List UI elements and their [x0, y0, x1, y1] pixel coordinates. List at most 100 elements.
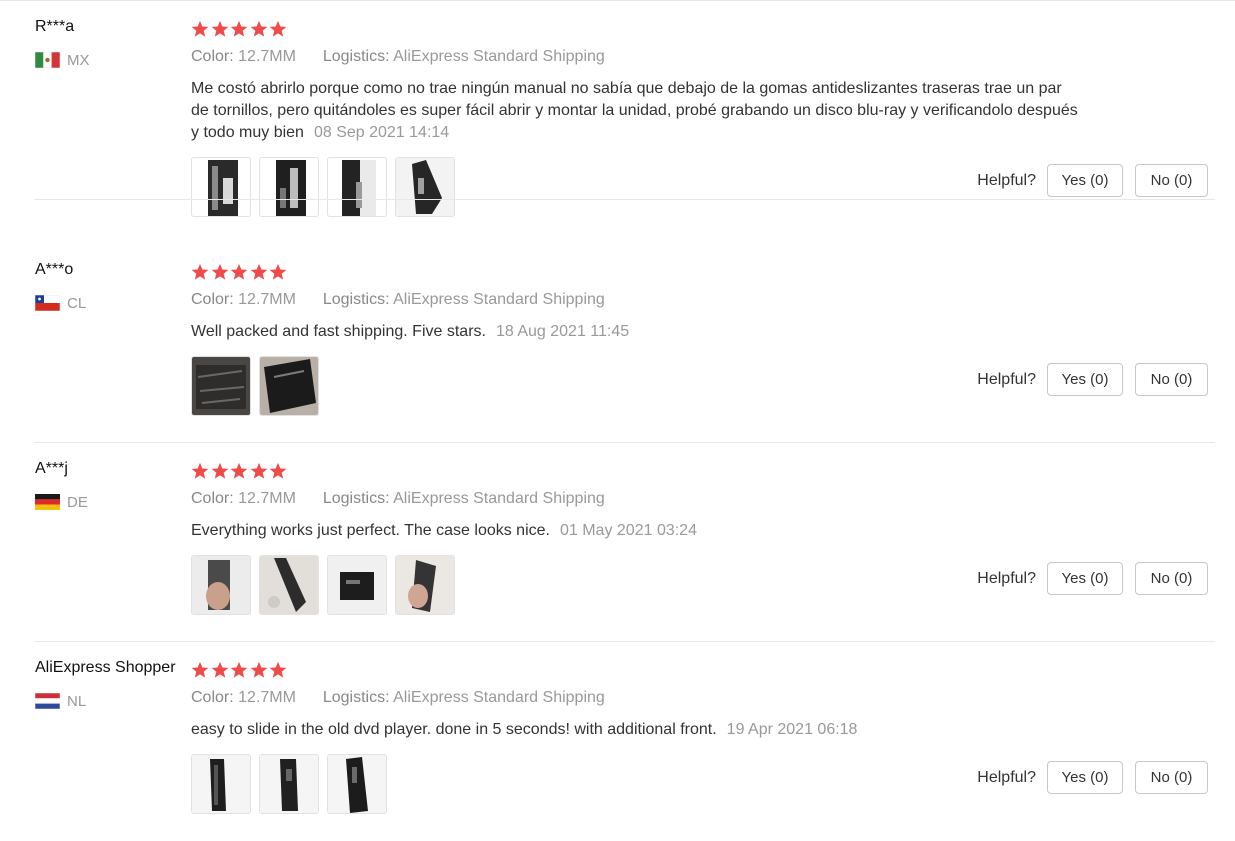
country-code: NL	[67, 692, 87, 710]
color-value: 12.7MM	[238, 291, 296, 308]
review-photo-thumbnail[interactable]	[259, 754, 319, 814]
review-photo-thumbnail[interactable]	[191, 754, 251, 814]
helpful-section: Helpful? Yes (0) No (0)	[977, 164, 1208, 197]
helpful-yes-button[interactable]: Yes (0)	[1047, 164, 1123, 197]
helpful-label: Helpful?	[977, 370, 1036, 388]
review-date: 19 Apr 2021 06:18	[726, 721, 858, 738]
helpful-section: Helpful? Yes (0) No (0)	[977, 562, 1208, 595]
review-body: Everything works just perfect. The case …	[191, 522, 550, 539]
star-icon	[250, 661, 267, 678]
star-icon	[250, 20, 267, 37]
review-photo-thumbnail[interactable]	[327, 555, 387, 615]
review-date: 08 Sep 2021 14:14	[313, 124, 450, 141]
review-body: easy to slide in the old dvd player. don…	[191, 721, 717, 738]
reviewer-name: AliExpress Shopper	[35, 659, 176, 676]
country-code: CL	[67, 294, 87, 312]
logistics-label: Logistics:	[322, 490, 390, 507]
review-photo-thumbnail[interactable]	[191, 555, 251, 615]
star-icon	[269, 661, 287, 678]
photo-image	[260, 556, 318, 614]
review-photo-thumbnail[interactable]	[395, 555, 455, 615]
helpful-yes-button[interactable]: Yes (0)	[1047, 562, 1123, 595]
review-photos	[191, 555, 463, 615]
color-label: Color:	[191, 689, 234, 706]
star-icon	[230, 661, 248, 678]
review-photo-thumbnail[interactable]	[191, 356, 251, 416]
helpful-no-button[interactable]: No (0)	[1135, 761, 1208, 794]
helpful-section: Helpful? Yes (0) No (0)	[977, 363, 1208, 396]
country-code: MX	[67, 51, 90, 69]
star-rating	[191, 263, 289, 281]
netherlands-flag-icon	[35, 693, 60, 709]
mexico-flag-icon	[35, 52, 60, 68]
photo-image	[342, 160, 376, 216]
logistics-label: Logistics:	[322, 48, 390, 65]
review-meta: Color: 12.7MM Logistics: AliExpress Stan…	[191, 48, 605, 66]
review-photo-thumbnail[interactable]	[259, 157, 319, 217]
logistics-value: AliExpress Standard Shipping	[393, 689, 605, 706]
helpful-no-button[interactable]: No (0)	[1135, 562, 1208, 595]
color-label: Color:	[191, 490, 234, 507]
color-label: Color:	[191, 48, 234, 65]
star-icon	[191, 661, 209, 678]
helpful-section: Helpful? Yes (0) No (0)	[977, 761, 1208, 794]
color-value: 12.7MM	[238, 48, 296, 65]
review-text: Me costó abrirlo porque como no trae nin…	[191, 78, 1081, 144]
review-meta: Color: 12.7MM Logistics: AliExpress Stan…	[191, 291, 605, 309]
review-item: A***o CL Color: 12.7MM Logistics: AliExp…	[34, 243, 1215, 443]
photo-image	[260, 357, 318, 415]
review-meta: Color: 12.7MM Logistics: AliExpress Stan…	[191, 689, 605, 707]
review-text: Well packed and fast shipping. Five star…	[191, 321, 1081, 343]
star-rating	[191, 661, 289, 679]
reviewer-country: MX	[35, 51, 90, 69]
helpful-label: Helpful?	[977, 171, 1036, 189]
helpful-no-button[interactable]: No (0)	[1135, 164, 1208, 197]
review-date: 01 May 2021 03:24	[559, 522, 697, 539]
review-photo-thumbnail[interactable]	[191, 157, 251, 217]
review-text: easy to slide in the old dvd player. don…	[191, 719, 1081, 741]
photo-image	[396, 158, 454, 216]
star-icon	[191, 20, 209, 37]
helpful-yes-button[interactable]: Yes (0)	[1047, 761, 1123, 794]
reviewer-name: R***a	[35, 18, 75, 35]
country-code: DE	[67, 493, 88, 511]
review-photos	[191, 356, 327, 416]
star-icon	[269, 20, 287, 37]
review-photos	[191, 157, 463, 217]
color-label: Color:	[191, 291, 234, 308]
review-photo-thumbnail[interactable]	[395, 157, 455, 217]
photo-image	[192, 556, 250, 614]
star-icon	[250, 263, 267, 280]
reviewer-country: CL	[35, 294, 86, 312]
review-photos	[191, 754, 395, 814]
helpful-yes-button[interactable]: Yes (0)	[1047, 363, 1123, 396]
review-body: Well packed and fast shipping. Five star…	[191, 323, 486, 340]
star-icon	[191, 462, 209, 479]
color-value: 12.7MM	[238, 689, 296, 706]
reviewer-name: A***j	[35, 460, 68, 477]
star-icon	[269, 263, 287, 280]
star-icon	[230, 20, 248, 37]
star-icon	[250, 462, 267, 479]
photo-image	[260, 755, 318, 813]
photo-image	[192, 357, 250, 415]
logistics-value: AliExpress Standard Shipping	[393, 48, 605, 65]
review-photo-thumbnail[interactable]	[259, 555, 319, 615]
star-icon	[211, 462, 228, 479]
helpful-no-button[interactable]: No (0)	[1135, 363, 1208, 396]
star-icon	[211, 20, 228, 37]
star-icon	[230, 263, 248, 280]
chile-flag-icon	[35, 295, 60, 311]
review-photo-thumbnail[interactable]	[327, 754, 387, 814]
review-item: A***j DE Color: 12.7MM Logistics: AliExp…	[34, 442, 1215, 642]
review-photo-thumbnail[interactable]	[327, 157, 387, 217]
star-icon	[191, 263, 209, 280]
review-item: AliExpress Shopper NL Color: 12.7MM Logi…	[34, 641, 1215, 841]
review-photo-thumbnail[interactable]	[259, 356, 319, 416]
color-value: 12.7MM	[238, 490, 296, 507]
star-rating	[191, 20, 289, 38]
star-icon	[211, 263, 228, 280]
reviewer-country: NL	[35, 692, 86, 710]
star-rating	[191, 462, 289, 480]
review-item: R***a MX Color: 12.7MM Logistics: AliExp…	[34, 0, 1215, 217]
